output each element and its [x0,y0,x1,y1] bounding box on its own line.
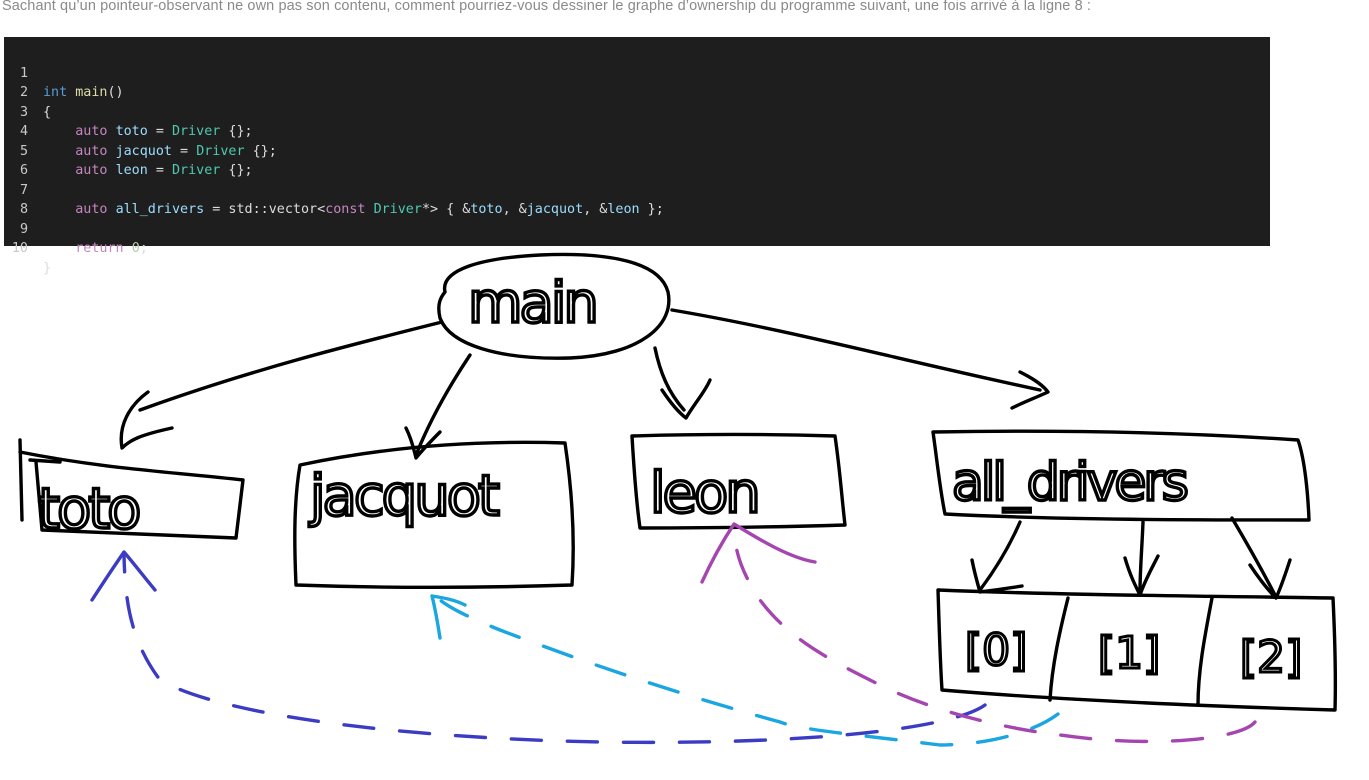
slot-arrow-1 [1138,520,1145,594]
code-line: 1 int main() [4,44,124,101]
all-drivers-node-label: all_drivers [952,453,1187,513]
jacquot-node-label: jacquot [308,464,499,529]
code-token: Driver [172,124,221,139]
code-token: leon [607,202,640,217]
owner-arrow-all-drivers [670,308,1042,392]
code-token: const [325,202,366,217]
slot-divider [1196,596,1214,707]
slot-label-2: [2] [1240,632,1302,683]
code-token: }; [639,202,664,217]
main-node-label: main [468,271,596,336]
owner-arrow-toto [138,320,444,412]
code-token: = [172,143,197,159]
slot-label-1: [1] [1098,628,1160,679]
code-token: Driver [196,143,245,159]
code-line: 8 [4,181,36,217]
code-token: Driver [172,163,221,178]
slot-arrow-0 [978,520,1022,592]
code-token: jacquot [526,202,584,217]
toto-node-label: toto [38,477,139,542]
code-token: main [75,85,108,100]
code-token: leon [115,163,148,178]
code-line: 7 auto all_drivers = std::vector<const D… [4,161,664,218]
code-token: *> { & [421,202,471,217]
code-line: 3 auto toto = Driver {}; [4,83,253,140]
code-line: 5 auto leon = Driver {}; [4,122,253,179]
code-token: Driver [373,202,422,217]
arrowhead [700,522,817,584]
arrowhead [1010,370,1050,410]
arrowhead [430,594,467,640]
ownership-diagram: main toto jacquot leon all_drivers [0] [… [18,252,1338,747]
slot-arrow-2 [1230,516,1277,597]
code-block: 1 int main() 2 { 3 auto toto = Driver {}… [4,37,1270,276]
code-token: toto [115,124,148,139]
owner-arrow-jacquot [414,353,472,457]
code-line: 2 { [4,64,51,120]
question-text: Sachant qu’un pointeur-observant ne own … [2,0,1092,14]
code-token: auto [75,124,108,139]
slot-divider [1048,596,1070,702]
code-token: , & [583,202,608,217]
code-token: toto [470,202,503,217]
code-token: auto [75,163,108,178]
slot-label-0: [0] [965,625,1027,676]
arrowhead [404,426,442,460]
code-line: 9 return 0; [4,200,148,257]
code-token: () [107,85,124,100]
code-token: , & [502,202,527,217]
code-line: 4 auto jacquot = Driver {}; [4,103,277,159]
arrowhead [1248,558,1292,600]
code-token: { [43,104,52,120]
code-token: auto [75,143,108,159]
code-line: 6 [4,142,36,178]
leon-node-label: leon [650,461,758,526]
code-token: int [43,85,68,100]
code-token: {}; [220,163,253,178]
code-token: = [147,163,172,178]
code-token: auto [75,202,108,217]
code-token: {}; [244,143,277,159]
code-token: all_drivers [115,202,205,217]
code-token: {}; [220,124,253,139]
code-token: jacquot [115,143,172,159]
code-token: = std::vector< [204,202,326,217]
code-line: 10 } [4,220,51,276]
code-token: = [147,124,172,139]
